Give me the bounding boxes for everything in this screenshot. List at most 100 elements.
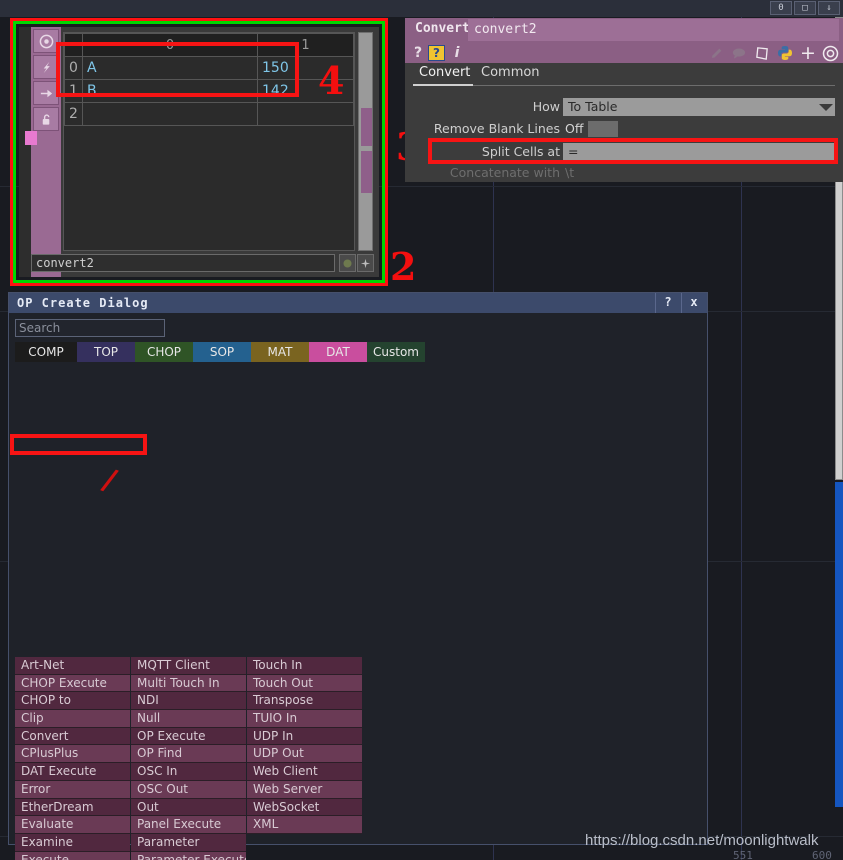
operator-item[interactable]: NDI: [131, 692, 246, 711]
operator-column-2[interactable]: MQTT Client Multi Touch In NDI Null OP Execu…: [131, 657, 246, 860]
operator-item[interactable]: Art-Net: [15, 657, 130, 675]
app-root: 0 □ ⇓ 0 1 0 A 150 1 B 142 2 convert2 4 2…: [0, 0, 843, 860]
chevron-down-icon[interactable]: [819, 104, 833, 111]
minimize-button[interactable]: ⇓: [818, 1, 840, 15]
column-header-0[interactable]: 0: [82, 33, 258, 57]
param-row-concatenate-with: Concatenate with \t: [405, 163, 843, 183]
operator-column-1[interactable]: Art-Net CHOP Execute CHOP to Clip Convert CPl…: [15, 657, 130, 860]
dat-toolbar-strip[interactable]: [25, 27, 61, 277]
cook-icon[interactable]: [33, 55, 59, 79]
operator-item[interactable]: Execute: [15, 851, 130, 860]
operator-item[interactable]: Touch Out: [247, 674, 362, 693]
dialog-close-button[interactable]: x: [681, 293, 706, 313]
operator-item[interactable]: CHOP to: [15, 692, 130, 711]
op-name-field[interactable]: convert2: [468, 19, 839, 41]
operator-item[interactable]: OSC Out: [131, 780, 246, 799]
operator-item[interactable]: TUIO In: [247, 710, 362, 728]
table-row: 1 B 142: [64, 79, 354, 103]
network-scroll-indicator[interactable]: [835, 482, 843, 807]
tab-convert[interactable]: Convert: [419, 65, 470, 80]
param-label-split-cells-at: Split Cells at: [481, 144, 560, 159]
split-cells-at-input[interactable]: =: [563, 143, 835, 161]
python-icon[interactable]: [776, 44, 794, 62]
family-tab-dat[interactable]: DAT: [309, 342, 367, 362]
column-header-1[interactable]: 1: [257, 33, 354, 57]
parameter-tabs: Convert Common: [405, 63, 843, 86]
tab-common[interactable]: Common: [481, 65, 540, 80]
operator-item[interactable]: Parameter: [131, 833, 246, 852]
operator-item[interactable]: Web Server: [247, 780, 362, 799]
family-tab-mat[interactable]: MAT: [251, 342, 309, 362]
operator-item[interactable]: Web Client: [247, 763, 362, 781]
operator-item[interactable]: Touch In: [247, 657, 362, 675]
search-input[interactable]: Search: [15, 319, 165, 337]
op-create-dialog: OP Create Dialog ? x Search COMP TOP CHO…: [8, 292, 708, 860]
display-icon[interactable]: [33, 81, 59, 105]
operator-item[interactable]: Transpose: [247, 692, 362, 711]
status-left-number: 551: [733, 849, 753, 860]
operator-item[interactable]: MQTT Client: [131, 657, 246, 675]
operator-item[interactable]: UDP Out: [247, 745, 362, 764]
table-cell[interactable]: B: [82, 79, 258, 103]
operator-item[interactable]: Out: [131, 798, 246, 817]
remove-blank-lines-toggle[interactable]: [588, 121, 618, 137]
table-header-row: 0 1: [64, 33, 354, 57]
how-menu[interactable]: To Table: [563, 98, 835, 116]
operator-item[interactable]: Null: [131, 710, 246, 728]
row-index: 0: [64, 56, 83, 80]
operator-item[interactable]: CHOP Execute: [15, 674, 130, 693]
table-cell[interactable]: A: [82, 56, 258, 80]
operator-item-convert[interactable]: Convert: [15, 727, 130, 746]
operator-column-3[interactable]: Touch In Touch Out Transpose TUIO In UDP In U…: [247, 657, 362, 834]
clone-icon[interactable]: [753, 44, 771, 62]
family-tab-comp[interactable]: COMP: [15, 342, 77, 362]
dialog-titlebar[interactable]: OP Create Dialog: [9, 293, 707, 313]
lock-icon[interactable]: [33, 107, 59, 131]
operator-item[interactable]: Evaluate: [15, 816, 130, 834]
dat-table[interactable]: 0 1 0 A 150 1 B 142 2: [63, 32, 355, 251]
plus-icon[interactable]: +: [799, 42, 817, 64]
family-tab-sop[interactable]: SOP: [193, 342, 251, 362]
concatenate-with-value: \t: [565, 165, 575, 180]
layout-count-button[interactable]: 0: [770, 1, 792, 15]
family-tab-custom[interactable]: Custom: [367, 342, 425, 362]
op-type-label: Convert: [415, 21, 470, 36]
operator-item[interactable]: CPlusPlus: [15, 745, 130, 764]
operator-item[interactable]: Clip: [15, 710, 130, 728]
help-highlight-icon[interactable]: ?: [428, 45, 445, 61]
operator-item[interactable]: Multi Touch In: [131, 674, 246, 693]
operator-item[interactable]: OP Execute: [131, 727, 246, 746]
watermark: https://blog.csdn.net/moonlightwalk: [585, 832, 819, 849]
operator-item[interactable]: DAT Execute: [15, 763, 130, 781]
operator-item[interactable]: OSC In: [131, 763, 246, 781]
comment-icon[interactable]: [730, 44, 748, 62]
operator-item[interactable]: OP Find: [131, 745, 246, 764]
table-cell[interactable]: [82, 102, 258, 126]
dat-name-field[interactable]: convert2: [31, 254, 335, 272]
param-row-split-cells-at: Split Cells at =: [405, 142, 843, 162]
operator-item[interactable]: Examine: [15, 833, 130, 852]
maximize-button[interactable]: □: [794, 1, 816, 15]
family-tab-top[interactable]: TOP: [77, 342, 135, 362]
remove-blank-lines-value: Off: [565, 121, 584, 136]
expand-icon[interactable]: [357, 254, 374, 272]
operator-item[interactable]: Panel Execute: [131, 816, 246, 834]
dat-input-connector[interactable]: [25, 131, 37, 145]
operator-item[interactable]: XML: [247, 816, 362, 834]
target-icon[interactable]: [821, 44, 839, 62]
info-icon[interactable]: i: [451, 44, 463, 62]
row-index: 2: [64, 102, 83, 126]
help-question-icon[interactable]: ?: [411, 44, 425, 62]
operator-item[interactable]: EtherDream: [15, 798, 130, 817]
window-titlebar: 0 □ ⇓: [0, 0, 843, 17]
operator-item[interactable]: UDP In: [247, 727, 362, 746]
viewer-toggle-icon[interactable]: [339, 254, 356, 272]
operator-item[interactable]: Error: [15, 780, 130, 799]
viewer-active-icon[interactable]: [33, 29, 59, 53]
operator-item[interactable]: Parameter Execute: [131, 851, 246, 860]
parameter-header: Convert convert2: [405, 18, 843, 43]
operator-item[interactable]: WebSocket: [247, 798, 362, 817]
family-tab-chop[interactable]: CHOP: [135, 342, 193, 362]
pencil-icon[interactable]: [707, 44, 725, 62]
dialog-help-button[interactable]: ?: [655, 293, 680, 313]
